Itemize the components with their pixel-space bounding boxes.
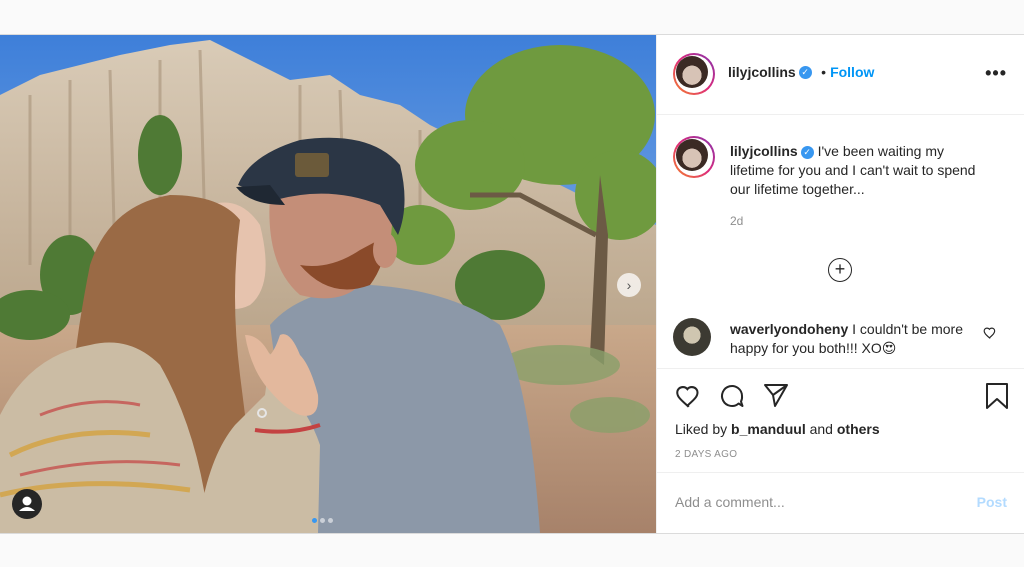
post-photo[interactable]: › (0, 35, 656, 533)
post-comment-button[interactable]: Post (977, 494, 1007, 510)
more-options-icon[interactable]: ••• (985, 63, 1007, 84)
post-actions: Liked by b_manduul and others 2 DAYS AGO (657, 368, 1024, 473)
likes-summary: Liked by b_manduul and others (675, 421, 880, 437)
caption-avatar[interactable] (673, 136, 715, 178)
bookmark-icon[interactable] (985, 382, 1009, 415)
share-icon[interactable] (763, 383, 789, 413)
heart-icon[interactable] (675, 383, 702, 413)
instagram-post: › lilyjcollins ✓ • Follow ••• lilyjcollins… (0, 34, 1024, 534)
verified-badge-icon: ✓ (798, 66, 812, 80)
comment: waverlyondoheny I couldn't be more happy… (730, 320, 975, 358)
commenter-avatar[interactable] (673, 318, 711, 356)
author-avatar[interactable] (673, 53, 715, 95)
liked-by-prefix: Liked by (675, 421, 732, 437)
verified-badge-icon: ✓ (800, 145, 814, 159)
engagement-photo (0, 35, 656, 533)
add-comment-input[interactable]: Add a comment... (675, 494, 785, 510)
post-timestamp[interactable]: 2 DAYS AGO (675, 449, 737, 460)
comment-icon[interactable] (719, 383, 745, 414)
post-caption: lilyjcollins ✓ I've been waiting my lifet… (730, 142, 980, 199)
carousel-dot (312, 518, 317, 523)
chevron-right-icon: › (626, 277, 632, 293)
separator-dot: • (821, 64, 827, 80)
carousel-dot (320, 518, 325, 523)
caption-timestamp[interactable]: 2d (730, 214, 743, 228)
liked-by-others[interactable]: others (837, 421, 880, 437)
follow-button[interactable]: Follow (830, 64, 874, 80)
plus-circle-icon[interactable]: + (828, 258, 852, 282)
post-side-panel: lilyjcollins ✓ • Follow ••• lilyjcollins ✓ … (656, 35, 1024, 533)
liked-by-and: and (805, 421, 837, 437)
carousel-next-button[interactable]: › (617, 273, 641, 297)
post-header: lilyjcollins ✓ • Follow ••• (657, 35, 1024, 115)
tagged-user-icon[interactable] (12, 489, 42, 519)
caption-username[interactable]: lilyjcollins (730, 143, 798, 159)
liked-by-user[interactable]: b_manduul (731, 421, 806, 437)
carousel-indicator (312, 510, 336, 528)
add-comment-bar: Add a comment... Post (657, 472, 1024, 534)
comment-like-icon[interactable] (983, 326, 997, 344)
author-username[interactable]: lilyjcollins (728, 64, 796, 80)
carousel-dot (328, 518, 333, 523)
comment-username[interactable]: waverlyondoheny (730, 321, 848, 337)
